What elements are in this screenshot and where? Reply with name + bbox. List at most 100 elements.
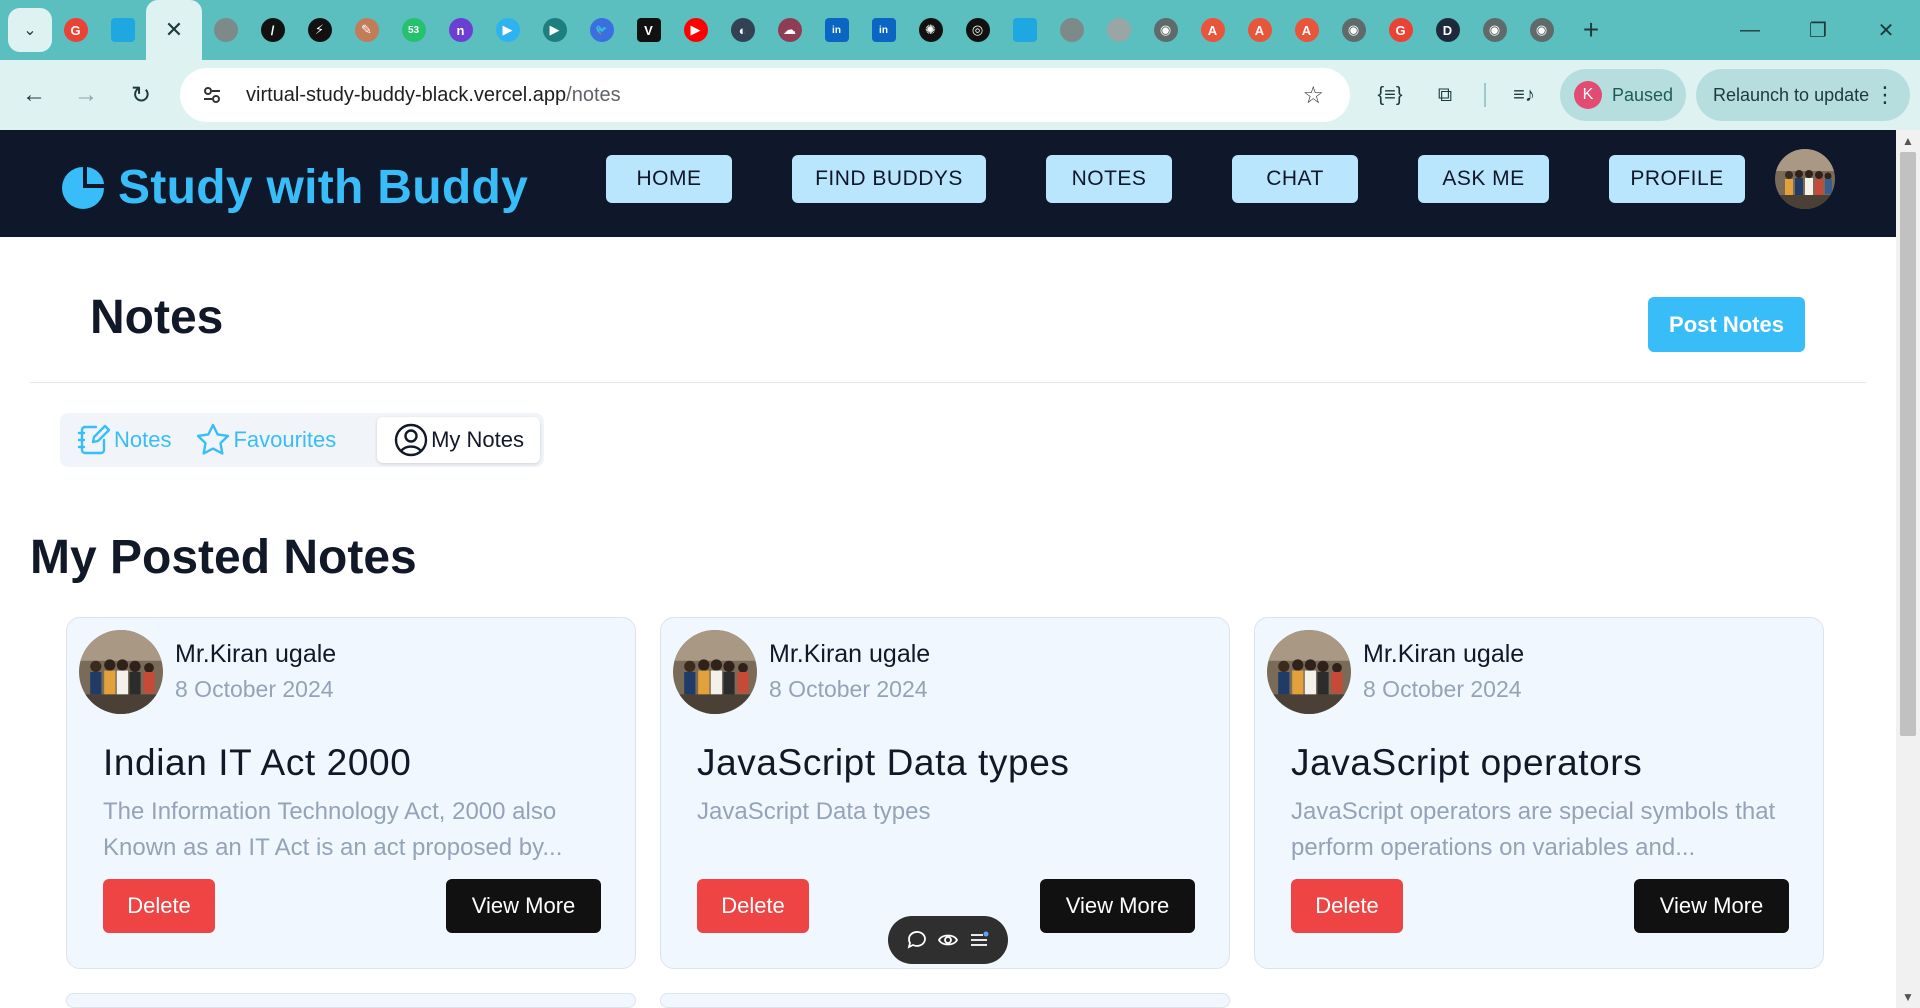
scroll-down-icon[interactable]: ▼ [1902, 990, 1914, 1004]
relaunch-button[interactable]: Relaunch to update ⋮ [1696, 69, 1910, 121]
close-tab-icon[interactable]: ✕ [165, 17, 183, 43]
author-avatar[interactable] [79, 630, 163, 714]
bookmark-star-icon[interactable]: ☆ [1302, 81, 1324, 110]
eye-icon[interactable] [937, 929, 959, 951]
browser-tab[interactable]: in [860, 0, 907, 60]
bolt-circle-icon: ⚡ [307, 18, 332, 42]
slash-circle-icon: / [260, 18, 285, 42]
brand-logo[interactable]: Study with Buddy [60, 160, 528, 215]
browser-tab[interactable]: 🐦 [578, 0, 625, 60]
site-header: Study with Buddy HOME FIND BUDDYS NOTES … [0, 130, 1896, 237]
browser-tab[interactable]: ◉ [1471, 0, 1518, 60]
scroll-thumb[interactable] [1900, 152, 1916, 736]
scroll-up-icon[interactable]: ▲ [1902, 134, 1914, 148]
browser-tab[interactable]: ◎ [954, 0, 1001, 60]
browser-tab[interactable]: ▶ [484, 0, 531, 60]
browser-tab[interactable]: ⚡ [296, 0, 343, 60]
browser-tab[interactable] [99, 0, 146, 60]
browser-tab[interactable]: G [1377, 0, 1424, 60]
browser-tab[interactable]: G [52, 0, 99, 60]
nav-ask-me[interactable]: ASK ME [1418, 155, 1549, 203]
chromium-icon: ◉ [1529, 18, 1554, 42]
address-bar[interactable]: virtual-study-buddy-black.vercel.app/not… [180, 68, 1350, 122]
browser-tab[interactable]: 53 [390, 0, 437, 60]
nav-profile[interactable]: PROFILE [1609, 155, 1745, 203]
nav-home[interactable]: HOME [606, 155, 732, 203]
menu-list-icon[interactable] [968, 929, 990, 951]
browser-tab[interactable]: A [1189, 0, 1236, 60]
nav-find-buddys[interactable]: FIND BUDDYS [792, 155, 986, 203]
browser-tab[interactable]: ☁ [766, 0, 813, 60]
restore-button[interactable]: ❐ [1784, 0, 1852, 60]
more-vert-icon[interactable]: ⋮ [1874, 82, 1896, 108]
extensions-puzzle-icon[interactable]: ⧉ [1423, 73, 1467, 117]
view-more-button[interactable]: View More [1634, 879, 1789, 933]
delete-button[interactable]: Delete [103, 879, 215, 933]
browser-tab[interactable]: ▶ [672, 0, 719, 60]
delete-button[interactable]: Delete [1291, 879, 1403, 933]
cloud-icon: ☁ [777, 18, 802, 42]
browser-tab[interactable]: in [813, 0, 860, 60]
nav-notes[interactable]: NOTES [1046, 155, 1172, 203]
browser-tab[interactable]: ◉ [1330, 0, 1377, 60]
astronaut-icon: ◐ [730, 18, 755, 42]
tab-search-button[interactable]: ⌄ [8, 8, 52, 52]
browser-tab[interactable] [202, 0, 249, 60]
tab-notes[interactable]: Notes [64, 417, 183, 463]
view-more-button[interactable]: View More [446, 879, 601, 933]
browser-tab[interactable]: ◉ [1142, 0, 1189, 60]
browser-tab[interactable]: V [625, 0, 672, 60]
browser-tab[interactable] [1095, 0, 1142, 60]
tab-favourites[interactable]: Favourites [183, 417, 348, 463]
nav-chat[interactable]: CHAT [1232, 155, 1358, 203]
logo-mark-icon [62, 166, 104, 209]
browser-tab[interactable]: n [437, 0, 484, 60]
page-scrollbar[interactable]: ▲ ▼ [1896, 130, 1920, 1008]
comment-icon[interactable] [906, 929, 928, 951]
plus-icon: + [1582, 14, 1600, 45]
browser-tab[interactable]: D [1424, 0, 1471, 60]
d-circle-icon: D [1435, 18, 1460, 42]
chevron-down-icon: ⌄ [23, 22, 37, 39]
a-triangle-icon: A [1200, 18, 1225, 42]
post-notes-button[interactable]: Post Notes [1648, 297, 1805, 352]
view-more-button[interactable]: View More [1040, 879, 1195, 933]
browser-tab[interactable]: ▶ [531, 0, 578, 60]
profile-chip[interactable]: K Paused [1560, 69, 1686, 121]
minimize-icon: — [1740, 18, 1760, 41]
profile-status: Paused [1612, 84, 1674, 105]
reload-button[interactable]: ↻ [115, 69, 167, 121]
author-avatar[interactable] [1267, 630, 1351, 714]
author-avatar[interactable] [673, 630, 757, 714]
user-avatar[interactable] [1775, 149, 1835, 209]
github-icon: ◎ [965, 18, 990, 42]
browser-tab[interactable]: ◐ [719, 0, 766, 60]
browser-tab[interactable]: ✎ [343, 0, 390, 60]
delete-button[interactable]: Delete [697, 879, 809, 933]
browser-tab[interactable] [1048, 0, 1095, 60]
tab-my-notes[interactable]: My Notes [377, 417, 540, 463]
browser-tab[interactable]: ✺ [907, 0, 954, 60]
browser-tab[interactable] [1001, 0, 1048, 60]
back-button[interactable]: ← [8, 69, 60, 121]
browser-tab[interactable]: / [249, 0, 296, 60]
site-info-button[interactable] [192, 75, 232, 115]
a-triangle-icon: A [1247, 18, 1272, 42]
browser-tab[interactable]: ◉ [1518, 0, 1565, 60]
author-name: Mr.Kiran ugale [175, 640, 337, 668]
media-queue-icon[interactable]: ≡♪ [1502, 73, 1546, 117]
new-tab-button[interactable]: + [1571, 10, 1611, 50]
browser-tab[interactable]: A [1236, 0, 1283, 60]
browser-tab-active[interactable]: ✕ [146, 0, 202, 60]
post-date: 8 October 2024 [1363, 676, 1522, 702]
extension-braces-icon[interactable]: {≡} [1368, 73, 1412, 117]
forward-button[interactable]: → [60, 69, 112, 121]
linkedin-icon: in [824, 18, 849, 42]
browser-tab[interactable]: A [1283, 0, 1330, 60]
arrow-right-icon: → [74, 81, 98, 108]
group-photo-icon [1267, 630, 1351, 714]
bird-icon: 🐦 [589, 18, 614, 42]
close-window-button[interactable]: ✕ [1852, 0, 1920, 60]
minimize-button[interactable]: — [1716, 0, 1784, 60]
note-description: JavaScript Data types [697, 798, 931, 825]
